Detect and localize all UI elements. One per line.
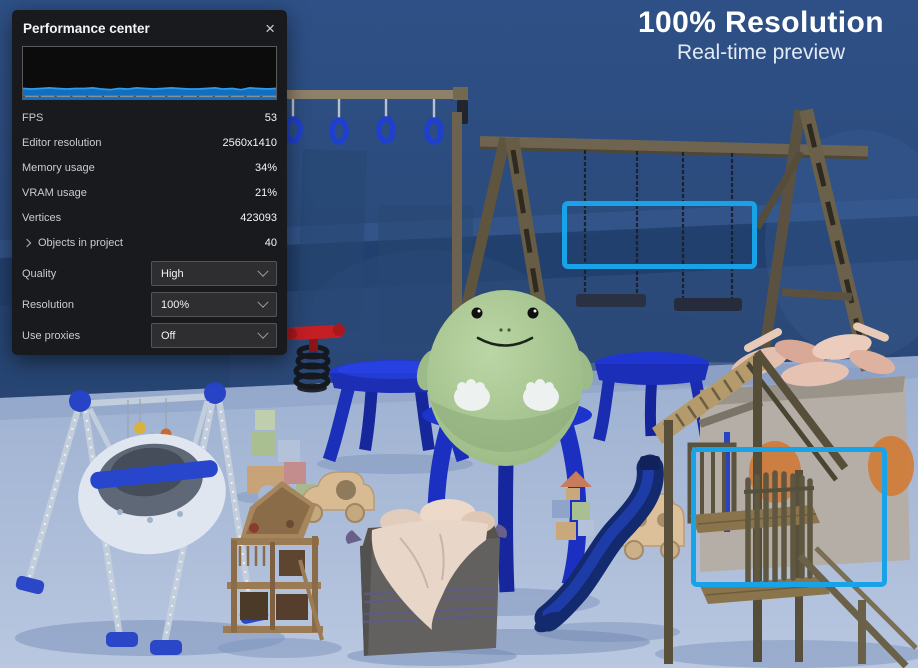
stat-row-objects-in-project[interactable]: Objects in project 40: [22, 230, 277, 255]
fps-graph: [22, 46, 277, 100]
chevron-down-icon: [257, 296, 268, 307]
resolution-heading: 100% Resolution Real-time preview: [638, 6, 884, 65]
close-icon[interactable]: ×: [265, 22, 275, 36]
settings-list: Quality High Resolution 100% Use proxies…: [12, 258, 287, 351]
stat-row-memory-usage: Memory usage 34%: [22, 155, 277, 180]
performance-center-panel: Performance center × FPS 53 Editor resol…: [12, 10, 287, 355]
stat-row-fps: FPS 53: [22, 105, 277, 130]
setting-row-use-proxies: Use proxies Off: [22, 320, 277, 351]
viewport-3d-scene[interactable]: 100% Resolution Real-time preview Perfor…: [0, 0, 918, 668]
use-proxies-dropdown[interactable]: Off: [151, 323, 277, 348]
selection-box-swings[interactable]: [562, 201, 757, 269]
resolution-dropdown[interactable]: 100%: [151, 292, 277, 317]
chevron-right-icon[interactable]: [23, 238, 31, 246]
chevron-down-icon: [257, 265, 268, 276]
resolution-subtitle: Real-time preview: [638, 41, 884, 65]
quality-dropdown[interactable]: High: [151, 261, 277, 286]
chevron-down-icon: [257, 327, 268, 338]
panel-header: Performance center ×: [12, 10, 287, 42]
stat-row-vertices: Vertices 423093: [22, 205, 277, 230]
selection-box-playhouse[interactable]: [691, 447, 887, 587]
stats-list: FPS 53 Editor resolution 2560x1410 Memor…: [12, 105, 287, 255]
setting-row-resolution: Resolution 100%: [22, 289, 277, 320]
setting-row-quality: Quality High: [22, 258, 277, 289]
resolution-title: 100% Resolution: [638, 6, 884, 40]
stat-row-vram-usage: VRAM usage 21%: [22, 180, 277, 205]
stat-row-editor-resolution: Editor resolution 2560x1410: [22, 130, 277, 155]
panel-title: Performance center: [23, 21, 150, 36]
